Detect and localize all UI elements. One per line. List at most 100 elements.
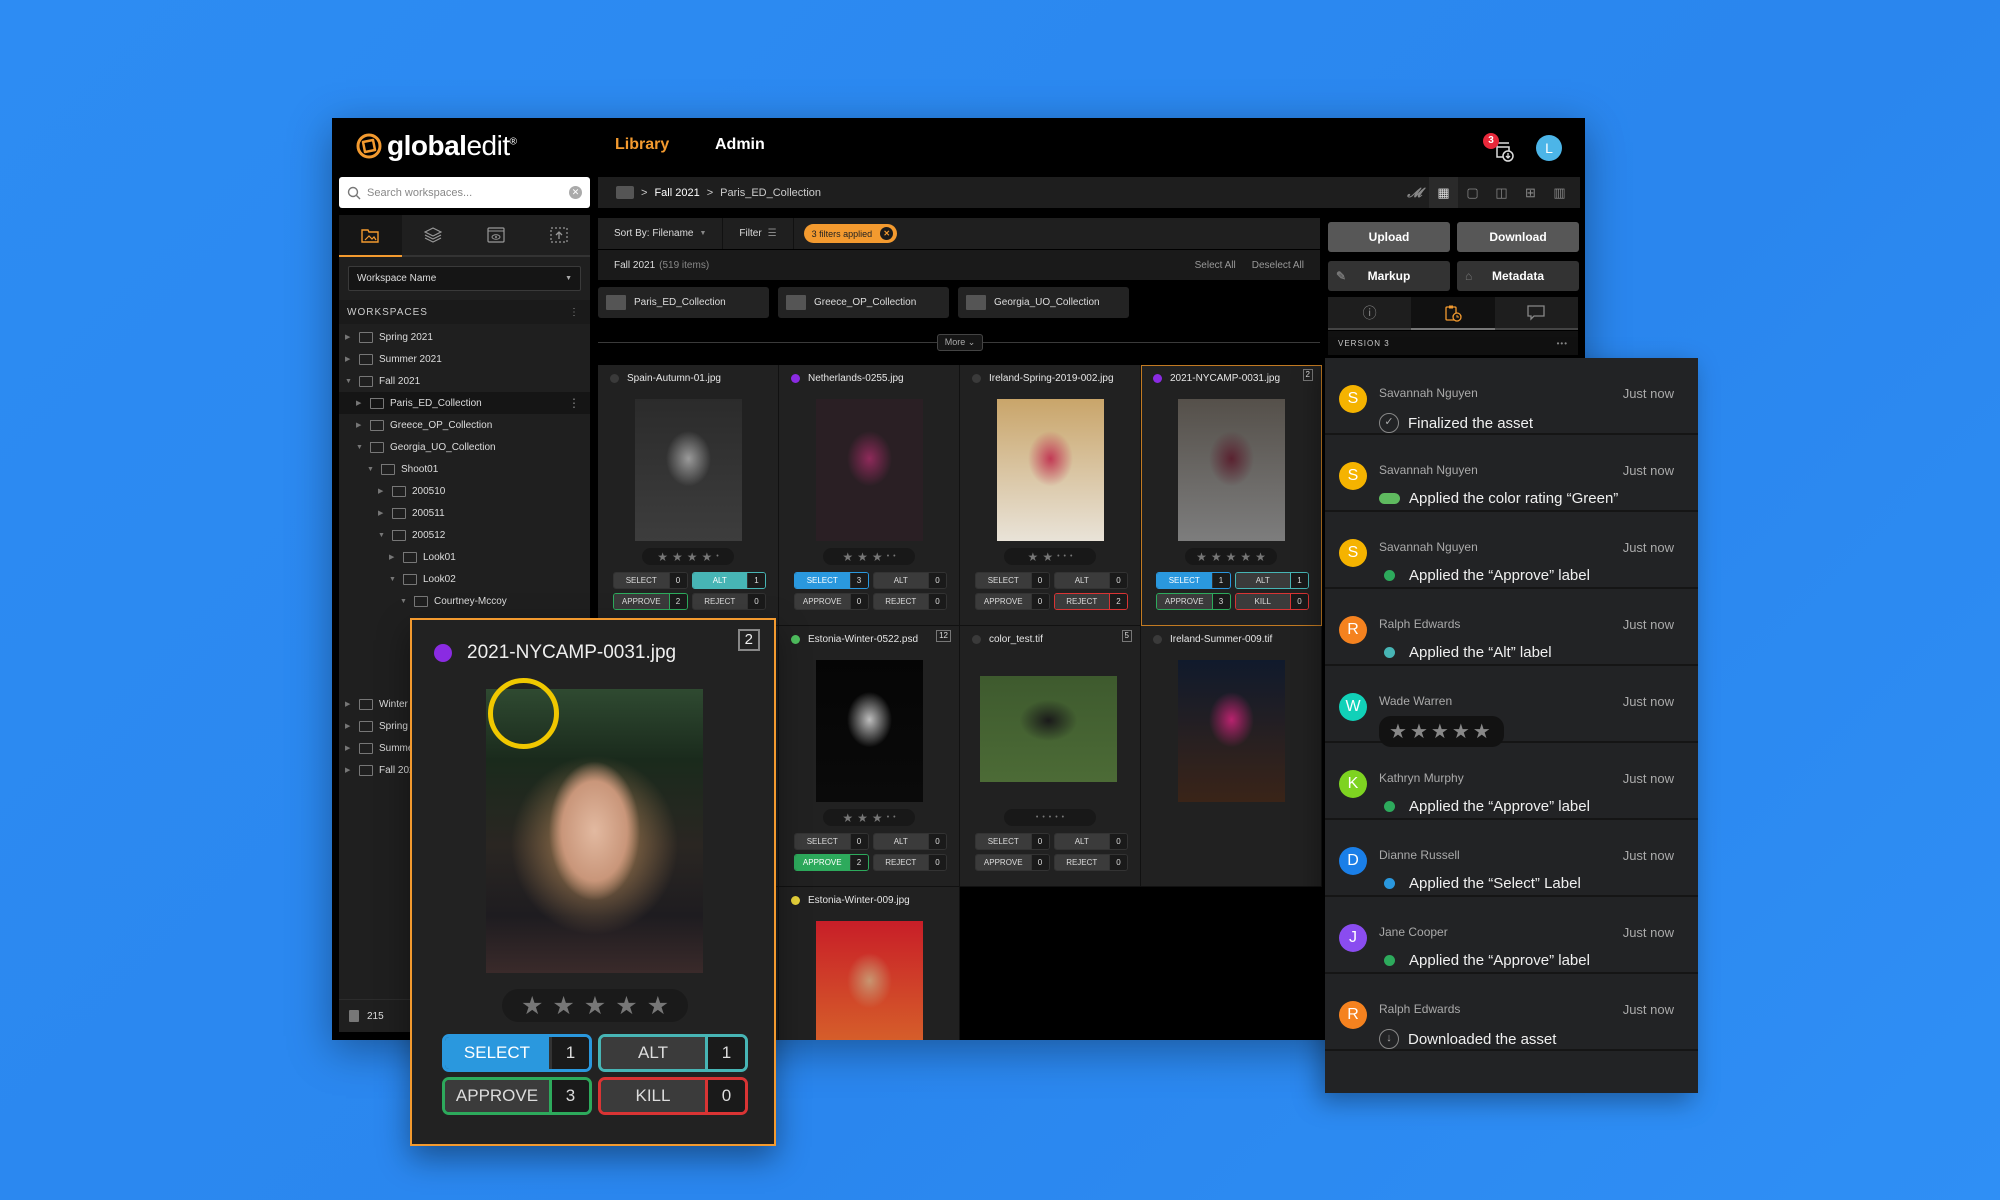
more-options-icon[interactable]: ••• xyxy=(1557,339,1568,348)
caret-right-icon[interactable]: ▶ xyxy=(345,700,353,708)
label-approve-button[interactable]: APPROVE2 xyxy=(613,593,688,610)
kebab-menu-icon[interactable]: ⋮ xyxy=(569,307,580,318)
label-alt-button[interactable]: ALT 0 xyxy=(1053,572,1128,589)
tree-item[interactable]: ▼ Look02 xyxy=(339,568,590,590)
star-rating[interactable]: ★ ★ ★ ★ • xyxy=(642,548,734,565)
star-icon[interactable]: ★ xyxy=(1226,550,1237,564)
asset-thumbnail[interactable] xyxy=(1178,660,1285,802)
label-reject-button[interactable]: REJECT0 xyxy=(691,593,766,610)
label-reject-button[interactable]: REJECT0 xyxy=(872,854,947,871)
star-icon[interactable]: ★ xyxy=(521,991,543,1021)
upload-button[interactable]: Upload xyxy=(1328,222,1450,252)
caret-right-icon[interactable]: ▶ xyxy=(345,766,353,774)
asset-card[interactable]: Ireland-Spring-2019-002.jpg ★ ★ • • • SELECT 0 A… xyxy=(960,365,1141,626)
subfolder-chip[interactable]: Georgia_UO_Collection xyxy=(958,287,1129,318)
star-empty-dot[interactable]: • xyxy=(887,814,889,821)
caret-right-icon[interactable]: ▶ xyxy=(345,722,353,730)
color-label-dot[interactable] xyxy=(791,374,800,383)
folder-image-icon[interactable] xyxy=(339,215,402,257)
caret-right-icon[interactable]: ▶ xyxy=(389,553,397,561)
asset-card[interactable]: Netherlands-0255.jpg ★ ★ ★ • • SELECT 3 ALT 0 APPR… xyxy=(779,365,960,626)
star-icon[interactable]: ★ xyxy=(1211,550,1222,564)
kebab-menu-icon[interactable]: ⋮ xyxy=(568,396,580,410)
asset-thumbnail[interactable] xyxy=(635,399,742,541)
star-icon[interactable]: ★ xyxy=(872,811,883,825)
label-approve-button[interactable]: APPROVE 0 xyxy=(975,593,1050,610)
caret-right-icon[interactable]: ▶ xyxy=(345,333,353,341)
tree-item[interactable]: ▶ 200510 xyxy=(339,480,590,502)
workspace-select[interactable]: Workspace Name ▼ xyxy=(348,266,581,291)
breadcrumb-item-fall-2021[interactable]: Fall 2021 xyxy=(654,187,699,199)
star-icon[interactable]: ★ xyxy=(1196,550,1207,564)
label-approve-button[interactable]: APPROVE 3 xyxy=(1156,593,1231,610)
tree-item[interactable]: ▼ Georgia_UO_Collection xyxy=(339,436,590,458)
tree-item[interactable]: ▼ Shoot01 xyxy=(339,458,590,480)
label-alt-button[interactable]: ALT 0 xyxy=(872,572,947,589)
label-reject-button[interactable]: REJECT 2 xyxy=(1053,593,1128,610)
upload-icon[interactable] xyxy=(527,215,590,255)
star-icon[interactable]: ★ xyxy=(1240,550,1251,564)
tree-item[interactable]: ▶ Spring 2021 xyxy=(339,326,590,348)
caret-down-icon[interactable]: ▼ xyxy=(356,444,364,451)
label-approve-button[interactable]: APPROVE 0 xyxy=(794,593,869,610)
label-approve-button[interactable]: APPROVE2 xyxy=(794,854,869,871)
star-rating[interactable]: • • • • • xyxy=(1004,809,1096,826)
asset-thumbnail[interactable] xyxy=(1178,399,1285,541)
star-icon[interactable]: ★ xyxy=(857,811,868,825)
label-alt-button[interactable]: ALT 0 xyxy=(872,833,947,850)
star-icon[interactable]: ★ xyxy=(702,550,713,564)
caret-right-icon[interactable]: ▶ xyxy=(378,509,386,517)
quad-view-icon[interactable]: ⊞ xyxy=(1516,177,1545,208)
caret-down-icon[interactable]: ▼ xyxy=(400,598,408,605)
caret-right-icon[interactable]: ▶ xyxy=(356,421,364,429)
star-empty-dot[interactable]: • xyxy=(1070,553,1072,560)
breadcrumb-item-paris[interactable]: Paris_ED_Collection xyxy=(720,187,821,199)
label-alt-button[interactable]: ALT 1 xyxy=(598,1034,748,1072)
asset-card[interactable]: Spain-Autumn-01.jpg ★ ★ ★ ★ • SELECT 0 ALT 1 APPRO… xyxy=(598,365,779,626)
caret-right-icon[interactable]: ▶ xyxy=(378,487,386,495)
caret-down-icon[interactable]: ▼ xyxy=(367,466,375,473)
select-all-button[interactable]: Select All xyxy=(1195,260,1236,271)
star-icon[interactable]: ★ xyxy=(584,991,606,1021)
label-select-button[interactable]: SELECT 1 xyxy=(442,1034,592,1072)
deselect-all-button[interactable]: Deselect All xyxy=(1252,260,1304,271)
clear-search-icon[interactable]: ✕ xyxy=(569,186,582,199)
star-icon[interactable]: ★ xyxy=(842,550,853,564)
label-kill-button[interactable]: KILL 0 xyxy=(1234,593,1309,610)
asset-thumbnail[interactable] xyxy=(816,399,923,541)
folder-dropdown-icon[interactable] xyxy=(616,186,634,199)
label-kill-button[interactable]: KILL 0 xyxy=(598,1077,748,1115)
nav-admin[interactable]: Admin xyxy=(715,136,765,154)
download-button[interactable]: Download xyxy=(1457,222,1579,252)
label-reject-button[interactable]: REJECT0 xyxy=(872,593,947,610)
tree-item[interactable]: ▶ Paris_ED_Collection ⋮ xyxy=(339,392,590,414)
label-select-button[interactable]: SELECT 3 xyxy=(794,572,869,589)
star-empty-dot[interactable]: • xyxy=(1036,814,1038,821)
color-label-dot[interactable] xyxy=(791,896,800,905)
color-label-dot[interactable] xyxy=(610,374,619,383)
caret-right-icon[interactable]: ▶ xyxy=(345,355,353,363)
star-icon[interactable]: ★ xyxy=(872,550,883,564)
color-label-dot[interactable] xyxy=(972,374,981,383)
star-empty-dot[interactable]: • xyxy=(893,814,895,821)
star-empty-dot[interactable]: • xyxy=(887,553,889,560)
sort-dropdown[interactable]: Sort By: Filename ▼ xyxy=(598,218,724,249)
star-icon[interactable]: ★ xyxy=(687,550,698,564)
star-empty-dot[interactable]: • xyxy=(1057,553,1059,560)
markup-button[interactable]: ✎ Markup xyxy=(1328,261,1450,291)
caret-down-icon[interactable]: ▼ xyxy=(345,378,353,385)
notifications-button[interactable]: 3 xyxy=(1483,133,1515,163)
label-approve-button[interactable]: APPROVE 0 xyxy=(975,854,1050,871)
clear-filters-icon[interactable]: ✕ xyxy=(880,227,894,240)
comments-icon[interactable] xyxy=(1494,297,1578,330)
label-select-button[interactable]: SELECT0 xyxy=(613,572,688,589)
asset-card[interactable]: 2021-NYCAMP-0031.jpg 2 ★ ★ ★ ★ ★ SELECT 1 ALT 1 APP… xyxy=(1141,365,1322,626)
user-avatar[interactable]: L xyxy=(1536,135,1562,161)
color-label-dot[interactable] xyxy=(791,635,800,644)
info-icon[interactable]: ⓘ xyxy=(1328,297,1412,330)
star-empty-dot[interactable]: • xyxy=(893,553,895,560)
tree-item[interactable]: ▼ 200512 xyxy=(339,524,590,546)
label-approve-button[interactable]: APPROVE 3 xyxy=(442,1077,592,1115)
star-empty-dot[interactable]: • xyxy=(1064,553,1066,560)
tree-item[interactable]: ▶ Summer 2021 xyxy=(339,348,590,370)
